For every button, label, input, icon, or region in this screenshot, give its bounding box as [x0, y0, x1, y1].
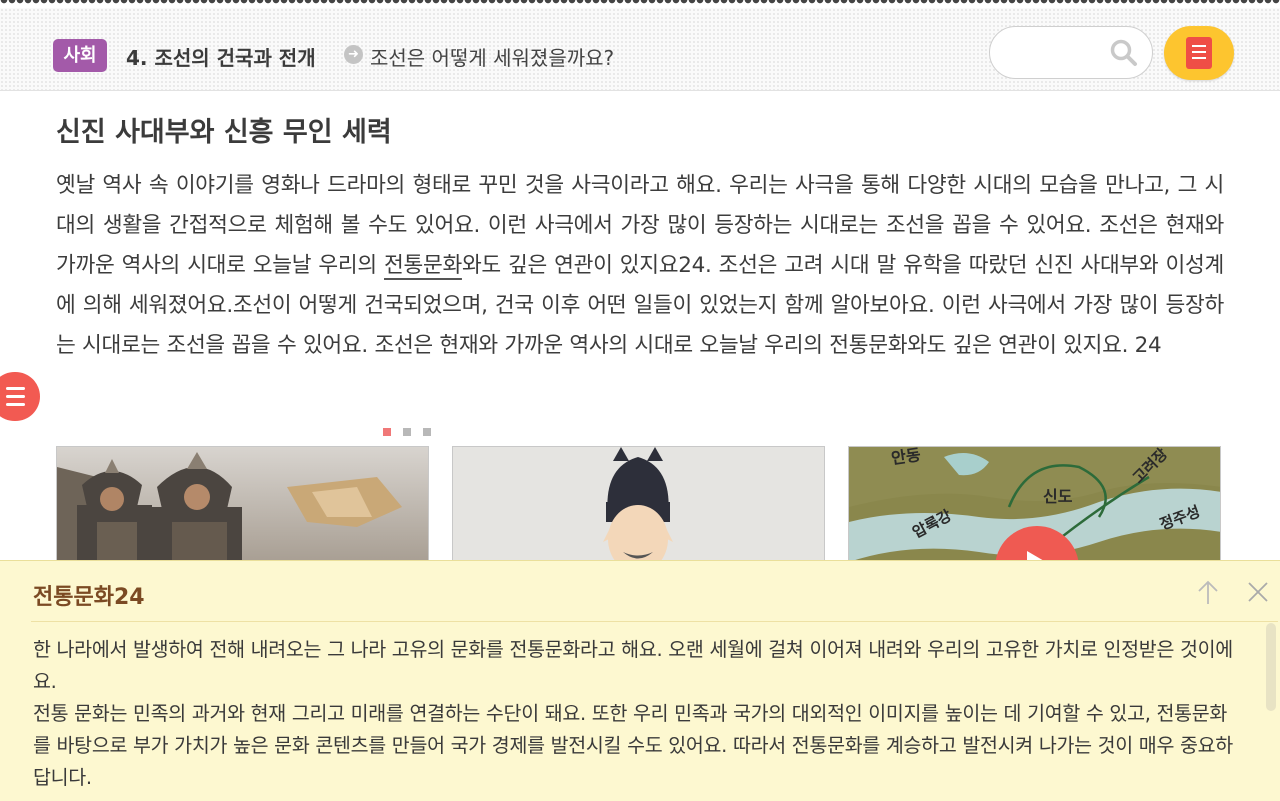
popup-scrollbar[interactable] — [1266, 623, 1276, 711]
map-label: 신도 — [1043, 487, 1073, 506]
popup-divider — [31, 621, 1278, 622]
section-title: 신진 사대부와 신흥 무인 세력 — [56, 117, 392, 148]
popup-paragraph: 한 나라에서 발생하여 전해 내려오는 그 나라 고유의 문화를 전통문화라고 … — [33, 638, 1233, 693]
arrow-up-icon[interactable] — [1196, 579, 1220, 605]
subject-badge: 사회 — [53, 39, 107, 72]
carousel-dot[interactable] — [423, 428, 431, 436]
glossary-popup: 전통문화24 한 나라에서 발생하여 전해 내려오는 그 나라 고유의 문화를 … — [0, 560, 1280, 801]
search-input[interactable] — [1006, 39, 1110, 67]
carousel-dot[interactable] — [403, 428, 411, 436]
carousel-dot-active[interactable] — [383, 428, 391, 436]
image-card-warriors[interactable] — [56, 446, 429, 571]
side-menu-button[interactable] — [0, 372, 40, 421]
notes-button[interactable] — [1164, 26, 1234, 80]
image-card-map[interactable]: 안동 신도 압록강 고려장 정주성 — [848, 446, 1221, 571]
scalloped-border — [0, 0, 1280, 8]
chapter-title: 4. 조선의 건국과 전개 — [126, 46, 316, 70]
image-card-king-portrait[interactable] — [452, 446, 825, 571]
notebook-icon — [1186, 37, 1212, 69]
warriors-image — [57, 447, 428, 570]
lesson-paragraph: 옛날 역사 속 이야기를 영화나 드라마의 형태로 꾸민 것을 사극이라고 해요… — [56, 166, 1224, 366]
header-bar: 사회 4. 조선의 건국과 전개 ➜ 조선은 어떻게 세워졌을까요? — [0, 8, 1280, 91]
glossary-term-link[interactable]: 전통문화 — [384, 253, 462, 278]
search-icon[interactable] — [1110, 39, 1138, 67]
king-portrait-image — [453, 447, 824, 570]
close-icon[interactable] — [1246, 580, 1270, 604]
popup-title: 전통문화24 — [33, 585, 145, 610]
popup-paragraph: 전통 문화는 민족의 과거와 현재 그리고 미래를 연결하는 수단이 돼요. 또… — [33, 702, 1233, 789]
arrow-right-icon: ➜ — [344, 45, 363, 64]
search-box[interactable] — [989, 26, 1153, 79]
map-label: 안동 — [890, 446, 922, 468]
popup-body: 한 나라에서 발생하여 전해 내려오는 그 나라 고유의 문화를 전통문화라고 … — [33, 634, 1233, 794]
lesson-question: 조선은 어떻게 세워졌을까요? — [370, 46, 615, 70]
